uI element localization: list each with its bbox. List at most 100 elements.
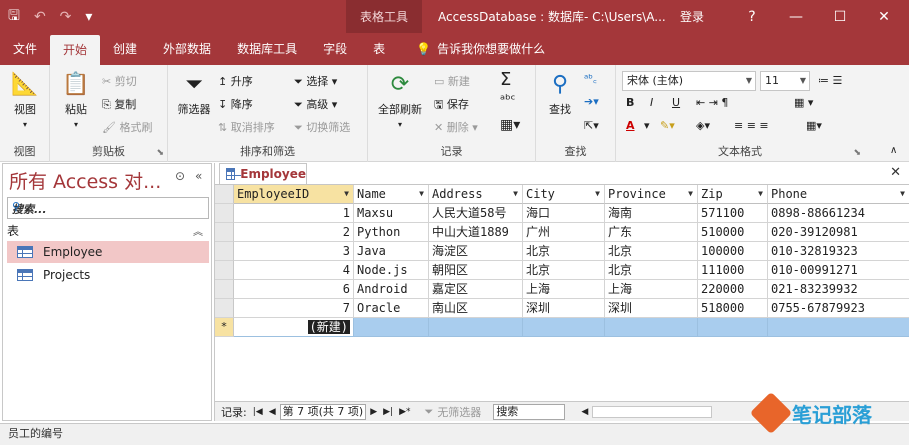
- collapse-ribbon-icon[interactable]: ∧: [890, 145, 897, 156]
- current-record-field[interactable]: 第 7 项(共 7 项): [279, 403, 367, 420]
- cut-button[interactable]: ✂ 剪切: [102, 73, 137, 89]
- copy-button[interactable]: ⎘ 复制: [102, 96, 136, 112]
- column-header-city[interactable]: City ▼: [523, 185, 605, 204]
- next-record-icon[interactable]: ▶: [370, 407, 377, 417]
- cell-province[interactable]: 北京: [605, 242, 698, 261]
- scroll-left-icon[interactable]: ◀: [581, 407, 588, 417]
- cell-province[interactable]: 北京: [605, 261, 698, 280]
- filter-status[interactable]: 无筛选器: [437, 404, 481, 420]
- sort-arrow-icon[interactable]: ▼: [758, 185, 763, 203]
- cell-phone[interactable]: 020-39120981: [768, 223, 909, 242]
- font-size-select[interactable]: 11 ▼: [760, 71, 810, 91]
- column-header-zip[interactable]: Zip ▼: [698, 185, 768, 204]
- spelling-icon[interactable]: ᵃᵇᶜ: [500, 93, 515, 108]
- dialog-launcher-icon[interactable]: ⬊: [156, 148, 164, 158]
- advanced-button[interactable]: ⏷ 高级 ▾: [294, 96, 337, 112]
- close-document-icon[interactable]: ✕: [890, 165, 901, 180]
- cell-phone[interactable]: 021-83239932: [768, 280, 909, 299]
- table-row[interactable]: 1 Maxsu 人民大道58号 海口 海南 571100 0898-886612…: [215, 204, 909, 223]
- sort-arrow-icon[interactable]: ▼: [344, 185, 349, 203]
- font-color-button[interactable]: A: [626, 119, 635, 132]
- cell-city[interactable]: 海口: [523, 204, 605, 223]
- cell-zip[interactable]: 111000: [698, 261, 768, 280]
- cell-name[interactable]: Android: [354, 280, 429, 299]
- refresh-all-button[interactable]: ⟳ 全部刷新 ▾: [372, 71, 428, 130]
- cell-zip[interactable]: 100000: [698, 242, 768, 261]
- cell-employeeid[interactable]: 1: [234, 204, 354, 223]
- cell-city[interactable]: 上海: [523, 280, 605, 299]
- tell-me-box[interactable]: 💡 告诉我你想要做什么: [398, 33, 558, 65]
- cell-address[interactable]: 朝阳区: [429, 261, 523, 280]
- cell-address-new[interactable]: [429, 318, 523, 337]
- row-selector[interactable]: [215, 299, 234, 318]
- column-header-phone[interactable]: Phone ▼: [768, 185, 909, 204]
- cell-zip[interactable]: 510000: [698, 223, 768, 242]
- cell-employeeid[interactable]: 6: [234, 280, 354, 299]
- cell-employeeid[interactable]: 3: [234, 242, 354, 261]
- cell-address[interactable]: 嘉定区: [429, 280, 523, 299]
- cell-province[interactable]: 海南: [605, 204, 698, 223]
- nav-menu-icon[interactable]: ⊙: [175, 169, 185, 183]
- sort-asc-button[interactable]: ↥ 升序: [218, 73, 253, 89]
- totals-icon[interactable]: Σ: [500, 69, 511, 90]
- cell-address[interactable]: 中山大道1889: [429, 223, 523, 242]
- cell-address[interactable]: 海淀区: [429, 242, 523, 261]
- chevron-down-icon[interactable]: ▾: [644, 119, 650, 132]
- cell-name[interactable]: Node.js: [354, 261, 429, 280]
- cell-city[interactable]: 北京: [523, 261, 605, 280]
- collapse-pane-icon[interactable]: «: [195, 169, 202, 183]
- font-select[interactable]: 宋体 (主体) ▼: [622, 71, 756, 91]
- first-record-icon[interactable]: |◀: [253, 407, 263, 417]
- cell-phone[interactable]: 0898-88661234: [768, 204, 909, 223]
- sort-arrow-icon[interactable]: ▼: [419, 185, 424, 203]
- cell-province[interactable]: 上海: [605, 280, 698, 299]
- row-selector[interactable]: [215, 223, 234, 242]
- new-record-row[interactable]: * (新建): [215, 318, 909, 337]
- select-icon[interactable]: ⇱▾: [584, 119, 599, 132]
- sort-arrow-icon[interactable]: ▼: [595, 185, 600, 203]
- cell-phone[interactable]: 010-00991271: [768, 261, 909, 280]
- cell-zip[interactable]: 220000: [698, 280, 768, 299]
- tab-home[interactable]: 开始: [50, 35, 101, 65]
- search-icon[interactable]: ⚲: [12, 200, 204, 213]
- cell-province[interactable]: 广东: [605, 223, 698, 242]
- record-search-input[interactable]: 搜索: [493, 403, 566, 420]
- tab-fields[interactable]: 字段: [310, 33, 360, 65]
- paste-button[interactable]: 📋 粘贴 ▾: [56, 71, 96, 130]
- save-icon[interactable]: 🖫: [8, 5, 20, 29]
- cell-city-new[interactable]: [523, 318, 605, 337]
- cell-employeeid[interactable]: 4: [234, 261, 354, 280]
- fill-color-icon[interactable]: ◈▾: [696, 119, 710, 132]
- filter-button[interactable]: ⏷ 筛选器: [172, 71, 216, 117]
- tab-database-tools[interactable]: 数据库工具: [224, 33, 310, 65]
- tab-create[interactable]: 创建: [100, 33, 150, 65]
- cell-city[interactable]: 深圳: [523, 299, 605, 318]
- table-row[interactable]: 7 Oracle 南山区 深圳 深圳 518000 0755-67879923: [215, 299, 909, 318]
- sort-arrow-icon[interactable]: ▼: [513, 185, 518, 203]
- nav-search-input[interactable]: 搜索... ⚲: [7, 197, 209, 219]
- cell-phone-new[interactable]: [768, 318, 909, 337]
- cell-employeeid-new[interactable]: (新建): [234, 318, 354, 337]
- cell-province-new[interactable]: [605, 318, 698, 337]
- nav-item-employee[interactable]: Employee: [7, 241, 209, 263]
- cell-phone[interactable]: 010-32819323: [768, 242, 909, 261]
- list-format-icon[interactable]: ≔ ☰: [818, 74, 842, 87]
- restore-button[interactable]: ☐: [818, 9, 862, 25]
- redo-icon[interactable]: ↷: [60, 9, 72, 25]
- underline-button[interactable]: U: [672, 96, 680, 109]
- row-selector[interactable]: [215, 280, 234, 299]
- indent-icon[interactable]: ⇤ ⇥ ¶: [696, 96, 728, 109]
- new-record-nav-icon[interactable]: ▶*: [399, 407, 410, 417]
- remove-sort-button[interactable]: ⇅ 取消排序: [218, 119, 275, 135]
- sort-desc-button[interactable]: ↧ 降序: [218, 96, 253, 112]
- cell-city[interactable]: 北京: [523, 242, 605, 261]
- italic-button[interactable]: I: [650, 96, 653, 109]
- select-all-cell[interactable]: [215, 185, 234, 204]
- cell-employeeid[interactable]: 7: [234, 299, 354, 318]
- minimize-button[interactable]: —: [774, 9, 818, 25]
- toggle-filter-button[interactable]: ⏷ 切换筛选: [294, 119, 350, 135]
- tab-external-data[interactable]: 外部数据: [150, 33, 224, 65]
- chevron-up-icon[interactable]: ︽: [193, 223, 203, 238]
- cell-name-new[interactable]: [354, 318, 429, 337]
- column-header-address[interactable]: Address ▼: [429, 185, 523, 204]
